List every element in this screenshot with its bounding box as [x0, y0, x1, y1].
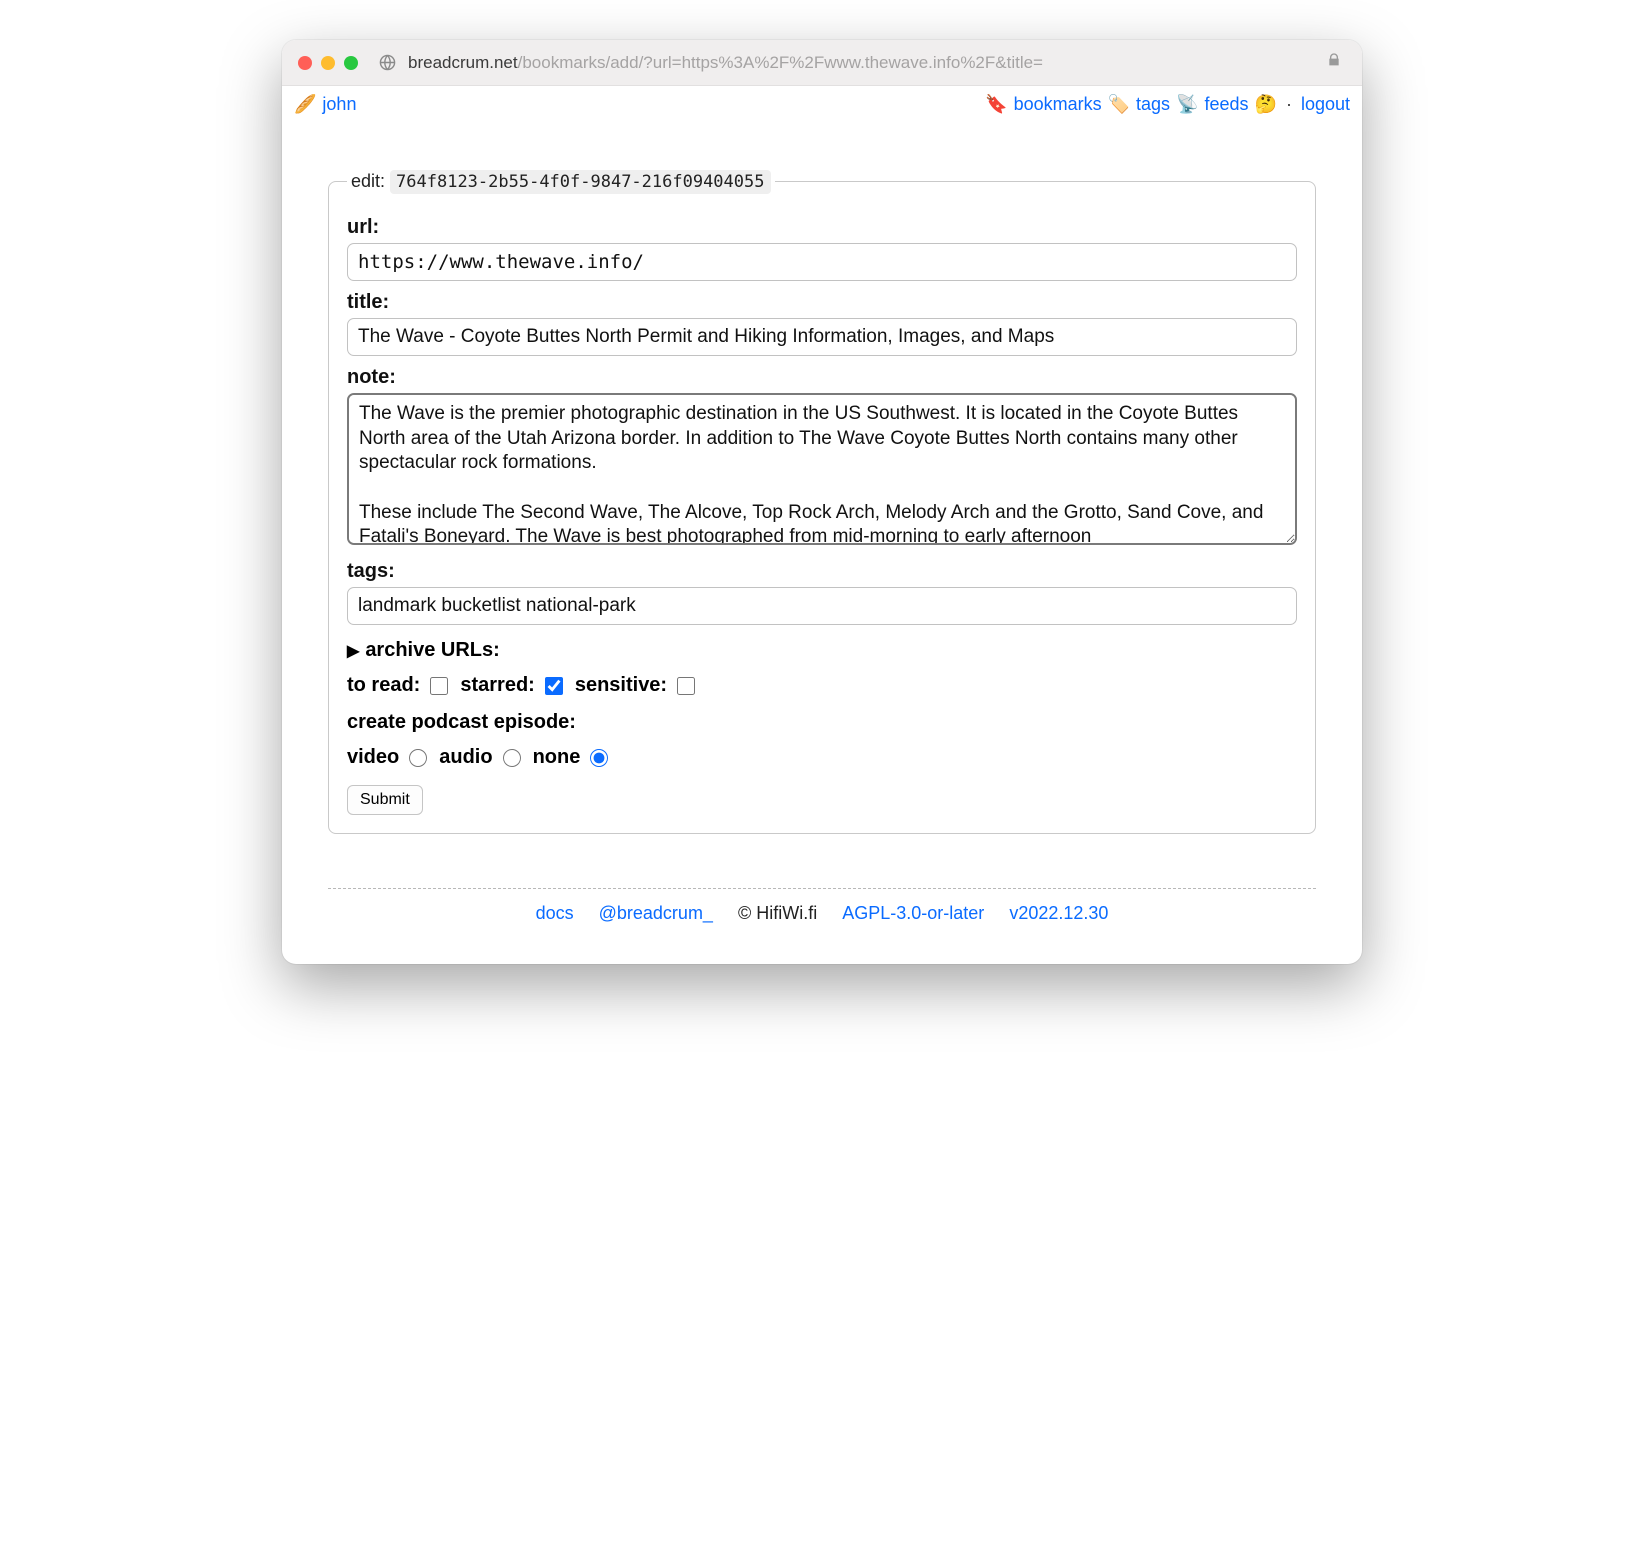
minimize-window-button[interactable] [321, 56, 335, 70]
form-legend: edit: 764f8123-2b55-4f0f-9847-216f094040… [347, 171, 775, 192]
footer-license[interactable]: AGPL-3.0-or-later [842, 903, 984, 923]
podcast-none-label: none [533, 746, 581, 769]
nav-logout[interactable]: logout [1301, 94, 1350, 115]
top-nav: 🥖 john 🔖 bookmarks 🏷️ tags 📡 feeds 🤔 · l… [282, 86, 1362, 121]
nav-separator: · [1286, 94, 1292, 115]
user-link[interactable]: john [322, 94, 356, 115]
window-controls [298, 56, 358, 70]
close-window-button[interactable] [298, 56, 312, 70]
address-bar[interactable]: breadcrum.net/bookmarks/add/?url=https%3… [408, 53, 1308, 73]
nav-bookmarks[interactable]: bookmarks [1014, 94, 1102, 115]
feeds-icon: 📡 [1176, 94, 1198, 115]
content: edit: 764f8123-2b55-4f0f-9847-216f094040… [282, 121, 1362, 964]
url-label: url: [347, 216, 1297, 239]
podcast-audio-label: audio [439, 746, 492, 769]
tags-input[interactable] [347, 587, 1297, 625]
nav-tags[interactable]: tags [1136, 94, 1170, 115]
starred-label: starred: [460, 674, 534, 697]
disclosure-triangle-icon: ▶ [347, 641, 359, 661]
titlebar: breadcrum.net/bookmarks/add/?url=https%3… [282, 40, 1362, 86]
url-path: /bookmarks/add/?url=https%3A%2F%2Fwww.th… [518, 53, 1043, 72]
toread-label: to read: [347, 674, 420, 697]
archive-urls-summary[interactable]: ▶ archive URLs: [347, 639, 1297, 662]
flags-row: to read: starred: sensitive: [347, 674, 1297, 697]
archive-urls-label: archive URLs: [365, 639, 500, 662]
podcast-video-label: video [347, 746, 399, 769]
podcast-video-radio[interactable] [409, 749, 427, 767]
podcast-label: create podcast episode: [347, 711, 1297, 734]
browser-window: breadcrum.net/bookmarks/add/?url=https%3… [282, 40, 1362, 964]
toread-checkbox[interactable] [430, 677, 448, 695]
bookmark-uuid: 764f8123-2b55-4f0f-9847-216f09404055 [390, 170, 770, 194]
url-input[interactable] [347, 243, 1297, 281]
footer: docs @breadcrum_ © HifiWi.fi AGPL-3.0-or… [328, 889, 1316, 946]
edit-bookmark-form: edit: 764f8123-2b55-4f0f-9847-216f094040… [328, 171, 1316, 834]
footer-handle[interactable]: @breadcrum_ [599, 903, 713, 923]
tags-label: tags: [347, 560, 1297, 583]
footer-docs[interactable]: docs [536, 903, 574, 923]
nav-feeds[interactable]: feeds [1204, 94, 1248, 115]
bookmarks-icon: 🔖 [985, 94, 1007, 115]
footer-version[interactable]: v2022.12.30 [1009, 903, 1108, 923]
submit-button[interactable]: Submit [347, 785, 423, 815]
starred-checkbox[interactable] [545, 677, 563, 695]
podcast-none-radio[interactable] [590, 749, 608, 767]
note-textarea[interactable] [347, 393, 1297, 545]
thinking-icon: 🤔 [1255, 94, 1277, 115]
footer-copyright: © HifiWi.fi [738, 903, 817, 923]
lock-icon [1326, 52, 1342, 73]
bread-icon: 🥖 [294, 94, 316, 115]
title-input[interactable] [347, 318, 1297, 356]
note-label: note: [347, 366, 1297, 389]
tags-icon: 🏷️ [1108, 94, 1130, 115]
podcast-options: video audio none [347, 746, 1297, 769]
archive-urls-details: ▶ archive URLs: [347, 639, 1297, 662]
maximize-window-button[interactable] [344, 56, 358, 70]
legend-prefix: edit: [351, 171, 390, 191]
title-label: title: [347, 291, 1297, 314]
podcast-audio-radio[interactable] [503, 749, 521, 767]
url-host: breadcrum.net [408, 53, 518, 72]
sensitive-label: sensitive: [575, 674, 667, 697]
sensitive-checkbox[interactable] [677, 677, 695, 695]
site-globe-icon [378, 54, 396, 72]
